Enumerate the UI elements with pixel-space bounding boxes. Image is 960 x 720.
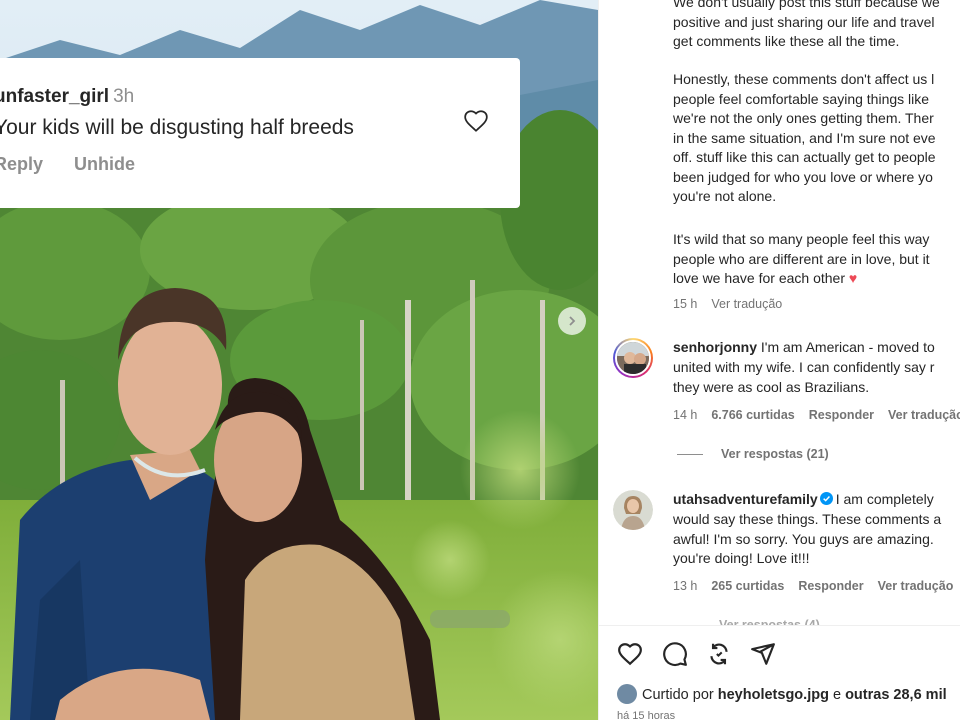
caption-meta: 15 h Ver tradução bbox=[673, 297, 796, 311]
overlay-comment-user: unfaster_girl 3h bbox=[0, 86, 134, 108]
comment-text: they were as cool as Brazilians. bbox=[673, 378, 870, 395]
comment-text: would say these things. These comments a bbox=[673, 510, 942, 527]
overlay-comment-text: Your kids will be disgusting half breeds bbox=[0, 116, 354, 139]
avatar[interactable] bbox=[613, 490, 653, 530]
heart-outline-icon[interactable] bbox=[462, 108, 490, 134]
post-photo: unfaster_girl 3h Your kids will be disgus… bbox=[0, 0, 598, 720]
overlay-reply-button[interactable]: Reply bbox=[0, 154, 43, 174]
caption-line: It's wild that so many people feel this … bbox=[673, 231, 930, 247]
chevron-right-icon bbox=[569, 316, 576, 326]
caption-line: love we have for each other ♥ bbox=[673, 269, 930, 289]
caption-line: in the same situation, and I'm sure not … bbox=[673, 129, 936, 146]
share-send-icon[interactable] bbox=[750, 641, 776, 667]
caption-line: you're not alone. bbox=[673, 188, 777, 204]
comment-meta: 13 h 265 curtidas Responder Ver tradução bbox=[673, 579, 960, 593]
caption-line: people feel comfortable saying things li… bbox=[673, 90, 930, 107]
verified-badge-icon bbox=[819, 492, 833, 505]
caption-line: Honestly, these comments don't affect us… bbox=[673, 71, 935, 87]
comment-likes[interactable]: 6.766 curtidas bbox=[711, 408, 794, 422]
avatar-image bbox=[615, 340, 651, 376]
comment-reply-button[interactable]: Responder bbox=[809, 408, 874, 422]
post-action-bar: Curtido por heyholetsgo.jpg e outras 28,… bbox=[599, 625, 960, 720]
caption-line: positive and just sharing our life and t… bbox=[673, 13, 935, 30]
caption-line: off. stuff like this can actually get to… bbox=[673, 149, 936, 165]
comment-bubble-icon[interactable] bbox=[662, 641, 688, 667]
caption-line: people who are different are in love, bu… bbox=[673, 250, 930, 267]
caption-paragraph-2: Honestly, these comments don't affect us… bbox=[673, 70, 936, 207]
liked-prefix: Curtido por bbox=[642, 687, 714, 703]
liker-avatar[interactable] bbox=[617, 684, 637, 704]
caption-paragraph-1: We don't usually post this stuff because… bbox=[673, 0, 940, 52]
heart-emoji-icon: ♥ bbox=[848, 270, 858, 286]
comment-likes[interactable]: 265 curtidas bbox=[711, 579, 784, 593]
repost-icon[interactable] bbox=[706, 641, 732, 667]
caption-paragraph-3: It's wild that so many people feel this … bbox=[673, 230, 930, 289]
caption-line: get comments like these all the time. bbox=[673, 33, 900, 49]
comment-body: utahsadventurefamily I am completely woul… bbox=[673, 490, 960, 569]
view-replies-button[interactable]: Ver respostas (21) bbox=[677, 447, 829, 461]
replies-divider bbox=[677, 454, 703, 456]
comment-translate-link[interactable]: Ver tradução bbox=[888, 408, 960, 422]
comment-username[interactable]: utahsadventurefamily bbox=[673, 491, 818, 507]
overlay-unhide-button[interactable]: Unhide bbox=[74, 154, 135, 174]
caption-line-text: love we have for each other bbox=[673, 270, 845, 286]
caption-line: We don't usually post this stuff because… bbox=[673, 0, 940, 10]
overlay-comment-time: 3h bbox=[113, 86, 135, 107]
liked-by-row: Curtido por heyholetsgo.jpg e outras 28,… bbox=[617, 684, 947, 704]
overlay-comment-actions: Reply Unhide bbox=[0, 154, 161, 175]
comment-text: awful! I'm so sorry. You guys are amazin… bbox=[673, 530, 934, 547]
comment-overlay-card: unfaster_girl 3h Your kids will be disgus… bbox=[0, 58, 520, 208]
caption-line: we're not the only ones getting them. Th… bbox=[673, 110, 934, 126]
post-timestamp: há 15 horas bbox=[617, 710, 676, 720]
caption-time: 15 h bbox=[673, 297, 698, 311]
comment-text: you're doing! Love it!!! bbox=[673, 550, 810, 567]
comment-text: I am completely bbox=[835, 491, 934, 507]
comment-time: 14 h bbox=[673, 408, 698, 422]
comment-reply-button[interactable]: Responder bbox=[798, 579, 863, 593]
carousel-next-button[interactable] bbox=[558, 307, 586, 335]
comment-time: 13 h bbox=[673, 579, 698, 593]
comment-text: united with my wife. I can confidently s… bbox=[673, 358, 935, 375]
caption-translate-link[interactable]: Ver tradução bbox=[711, 297, 782, 311]
comment-translate-link[interactable]: Ver tradução bbox=[878, 579, 954, 593]
like-heart-icon[interactable] bbox=[617, 641, 643, 667]
liked-others-count[interactable]: outras 28,6 mil bbox=[845, 687, 947, 703]
avatar-photo-icon bbox=[613, 490, 653, 530]
comment-username[interactable]: senhorjonny bbox=[673, 339, 757, 355]
comment-meta: 14 h 6.766 curtidas Responder Ver tradução bbox=[673, 408, 960, 422]
comment-text: I'm am American - moved to bbox=[760, 339, 935, 355]
post-side-panel: We don't usually post this stuff because… bbox=[598, 0, 960, 720]
liked-by-user[interactable]: heyholetsgo.jpg bbox=[718, 687, 829, 703]
comment-body: senhorjonny I'm am American - moved to u… bbox=[673, 338, 960, 397]
caption-line: been judged for who you love or where yo bbox=[673, 168, 933, 185]
avatar[interactable] bbox=[613, 338, 653, 378]
view-replies-label: Ver respostas (21) bbox=[721, 447, 829, 461]
overlay-username[interactable]: unfaster_girl bbox=[0, 86, 109, 107]
liked-and: e bbox=[832, 687, 842, 703]
